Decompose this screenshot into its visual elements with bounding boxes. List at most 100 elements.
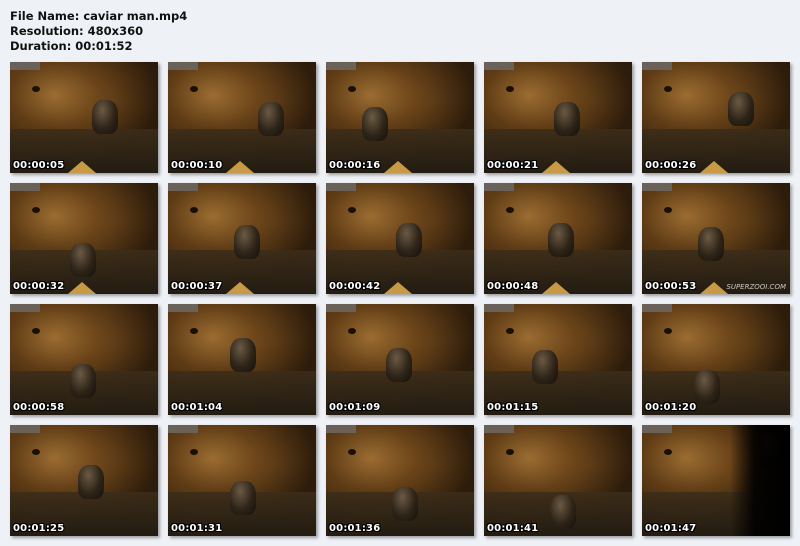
video-thumbnail[interactable]: 00:01:04: [168, 304, 316, 415]
frame-top-bar: [168, 183, 198, 191]
frame-figure: [728, 92, 754, 126]
thumbnail-timestamp: 00:00:05: [13, 160, 65, 171]
frame-figure: [396, 223, 422, 257]
file-info-panel: File Name: caviar man.mp4 Resolution: 48…: [10, 9, 187, 54]
video-thumbnail[interactable]: 00:00:21: [484, 62, 632, 173]
frame-foreground-light: [384, 282, 412, 294]
thumbnail-timestamp: 00:01:25: [13, 523, 65, 534]
video-thumbnail[interactable]: 00:01:36: [326, 425, 474, 536]
frame-detail: [348, 86, 356, 92]
frame-top-bar: [326, 304, 356, 312]
frame-figure: [258, 102, 284, 136]
frame-figure: [532, 350, 558, 384]
frame-detail: [190, 449, 198, 455]
video-thumbnail[interactable]: 00:01:41: [484, 425, 632, 536]
thumbnail-timestamp: 00:01:20: [645, 402, 697, 413]
video-thumbnail[interactable]: 00:00:16: [326, 62, 474, 173]
frame-detail: [506, 207, 514, 213]
frame-foreground-light: [226, 282, 254, 294]
frame-detail: [32, 207, 40, 213]
frame-figure: [362, 107, 388, 141]
frame-detail: [664, 86, 672, 92]
thumbnail-timestamp: 00:01:41: [487, 523, 539, 534]
video-thumbnail[interactable]: 00:00:48: [484, 183, 632, 294]
frame-figure: [230, 481, 256, 515]
thumbnail-timestamp: 00:01:47: [645, 523, 697, 534]
resolution-label: Resolution: 480x360: [10, 24, 144, 38]
video-thumbnail[interactable]: 00:01:31: [168, 425, 316, 536]
thumbnail-timestamp: 00:00:37: [171, 281, 223, 292]
thumbnail-timestamp: 00:00:26: [645, 160, 697, 171]
frame-top-bar: [484, 304, 514, 312]
frame-top-bar: [642, 183, 672, 191]
frame-foreground-light: [68, 161, 96, 173]
frame-figure: [70, 243, 96, 277]
duration-label: Duration: 00:01:52: [10, 39, 133, 53]
frame-top-bar: [168, 62, 198, 70]
frame-figure: [694, 370, 720, 404]
video-thumbnail[interactable]: 00:00:58: [10, 304, 158, 415]
frame-detail: [506, 86, 514, 92]
video-thumbnail[interactable]: 00:00:53 SUPERZOOI.COM: [642, 183, 790, 294]
frame-detail: [664, 207, 672, 213]
thumbnail-timestamp: 00:01:09: [329, 402, 381, 413]
frame-detail: [190, 86, 198, 92]
frame-figure: [78, 465, 104, 499]
thumbnail-timestamp: 00:00:48: [487, 281, 539, 292]
frame-detail: [348, 207, 356, 213]
frame-foreground-light: [68, 282, 96, 294]
frame-top-bar: [10, 183, 40, 191]
frame-foreground-light: [700, 161, 728, 173]
frame-top-bar: [10, 62, 40, 70]
thumbnail-watermark: SUPERZOOI.COM: [726, 283, 786, 291]
frame-detail: [506, 449, 514, 455]
frame-top-bar: [484, 62, 514, 70]
video-thumbnail[interactable]: 00:01:25: [10, 425, 158, 536]
thumbnail-timestamp: 00:00:16: [329, 160, 381, 171]
thumbnail-timestamp: 00:01:36: [329, 523, 381, 534]
file-name-label: File Name: caviar man.mp4: [10, 9, 188, 23]
frame-top-bar: [642, 304, 672, 312]
frame-foreground-light: [384, 161, 412, 173]
frame-top-bar: [484, 183, 514, 191]
frame-top-bar: [168, 304, 198, 312]
frame-foreground-light: [226, 161, 254, 173]
frame-detail: [32, 449, 40, 455]
frame-top-bar: [10, 425, 40, 433]
frame-dark-edge: [730, 425, 790, 536]
frame-foreground-light: [542, 161, 570, 173]
frame-detail: [32, 86, 40, 92]
video-thumbnail[interactable]: 00:00:05: [10, 62, 158, 173]
frame-figure: [92, 100, 118, 134]
thumbnail-timestamp: 00:01:15: [487, 402, 539, 413]
thumbnail-timestamp: 00:00:53: [645, 281, 697, 292]
video-thumbnail[interactable]: 00:01:15: [484, 304, 632, 415]
video-thumbnail[interactable]: 00:01:47: [642, 425, 790, 536]
video-thumbnail[interactable]: 00:00:26: [642, 62, 790, 173]
frame-foreground-light: [542, 282, 570, 294]
frame-detail: [190, 328, 198, 334]
video-thumbnail[interactable]: 00:00:42: [326, 183, 474, 294]
frame-detail: [664, 328, 672, 334]
frame-figure: [70, 364, 96, 398]
frame-figure: [386, 348, 412, 382]
frame-figure: [234, 225, 260, 259]
thumbnail-timestamp: 00:00:10: [171, 160, 223, 171]
frame-top-bar: [326, 183, 356, 191]
video-thumbnail[interactable]: 00:01:20: [642, 304, 790, 415]
thumbnail-timestamp: 00:00:42: [329, 281, 381, 292]
video-thumbnail[interactable]: 00:00:32: [10, 183, 158, 294]
video-thumbnail[interactable]: 00:00:10: [168, 62, 316, 173]
frame-top-bar: [168, 425, 198, 433]
video-thumbnail[interactable]: 00:01:09: [326, 304, 474, 415]
video-thumbnail[interactable]: 00:00:37: [168, 183, 316, 294]
frame-figure: [550, 495, 576, 529]
frame-figure: [230, 338, 256, 372]
frame-figure: [554, 102, 580, 136]
frame-top-bar: [642, 425, 672, 433]
frame-top-bar: [326, 425, 356, 433]
thumbnail-grid: 00:00:05 00:00:10 00:00:16 00:00:21 00:00:26…: [10, 62, 790, 536]
thumbnail-timestamp: 00:00:32: [13, 281, 65, 292]
frame-top-bar: [10, 304, 40, 312]
frame-top-bar: [326, 62, 356, 70]
